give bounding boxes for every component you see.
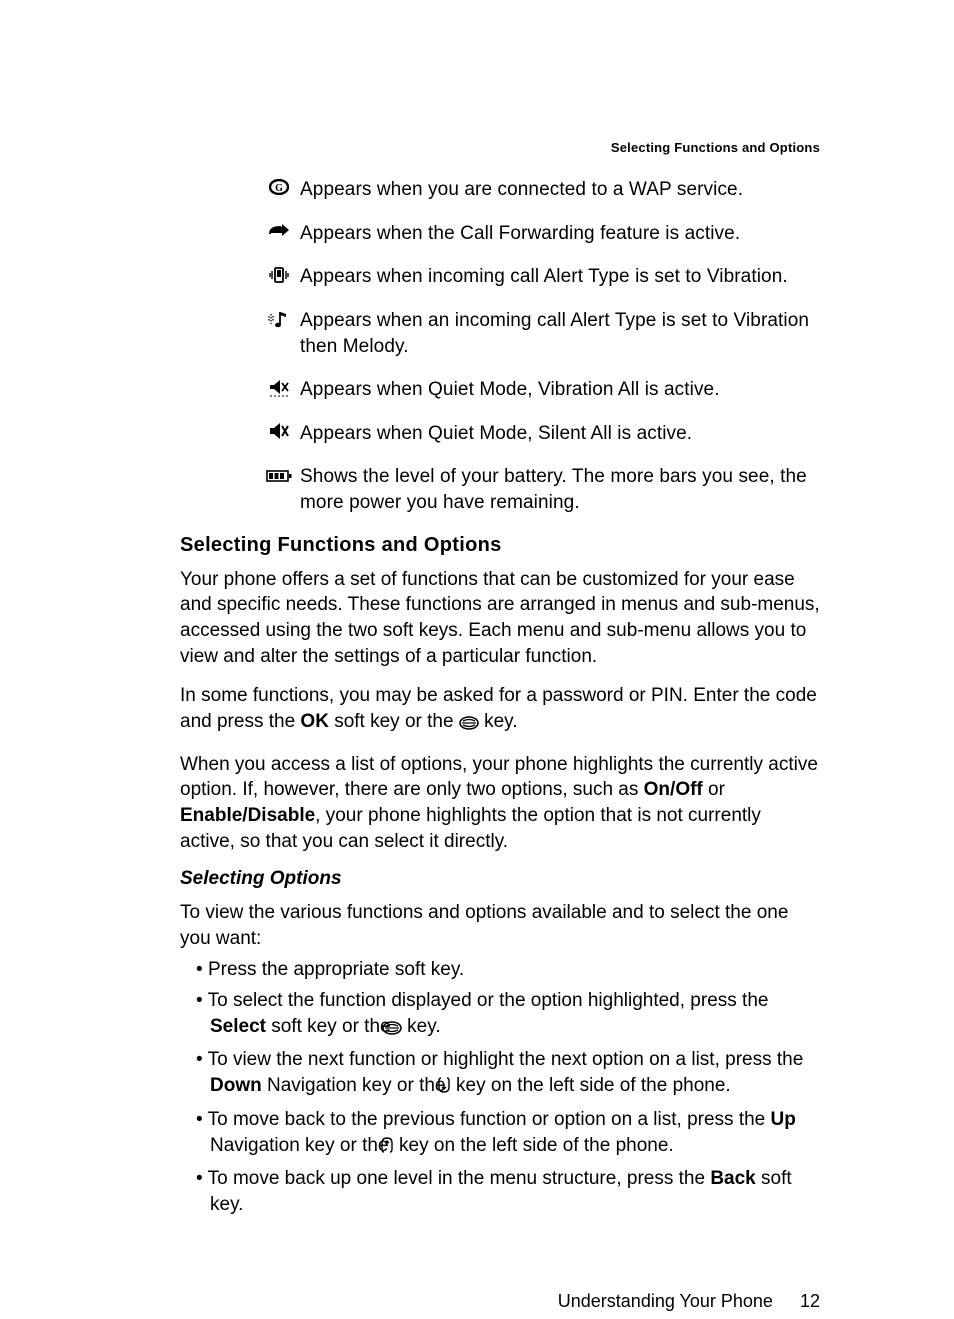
bold-up: Up xyxy=(771,1109,796,1130)
icon-description: Appears when incoming call Alert Type is… xyxy=(300,264,820,290)
icon-row: Appears when incoming call Alert Type is… xyxy=(258,264,820,290)
body-paragraph: Your phone offers a set of functions tha… xyxy=(180,567,820,670)
icon-row: G Appears when you are connected to a WA… xyxy=(258,177,820,203)
bold-enabledisable: Enable/Disable xyxy=(180,805,315,826)
text-run: soft key or the xyxy=(329,711,459,732)
body-paragraph: When you access a list of options, your … xyxy=(180,752,820,855)
bullet-list: Press the appropriate soft key. To selec… xyxy=(180,957,820,1218)
wap-icon: G xyxy=(258,177,300,195)
icon-row: Appears when Quiet Mode, Silent All is a… xyxy=(258,421,820,447)
icon-description: Appears when an incoming call Alert Type… xyxy=(300,308,820,359)
text-run: or xyxy=(703,779,725,800)
quiet-vibration-icon xyxy=(258,377,300,399)
vibration-icon xyxy=(258,264,300,284)
running-header: Selecting Functions and Options xyxy=(180,140,820,155)
list-item: To move back to the previous function or… xyxy=(180,1107,820,1162)
icon-description: Appears when Quiet Mode, Silent All is a… xyxy=(300,421,820,447)
text-run: key. xyxy=(479,711,518,732)
svg-text:G: G xyxy=(275,183,283,194)
text-run: To move back up one level in the menu st… xyxy=(208,1168,711,1189)
list-item: To move back up one level in the menu st… xyxy=(180,1166,820,1218)
list-item: Press the appropriate soft key. xyxy=(180,957,820,983)
icon-row: Appears when Quiet Mode, Vibration All i… xyxy=(258,377,820,403)
list-item: To view the next function or highlight t… xyxy=(180,1047,820,1102)
ok-key-icon xyxy=(459,712,479,738)
text-run: key on the left side of the phone. xyxy=(394,1135,674,1156)
call-forward-icon xyxy=(258,221,300,237)
icon-description: Appears when Quiet Mode, Vibration All i… xyxy=(300,377,820,403)
content-area: Selecting Functions and Options G Appear… xyxy=(180,140,820,1222)
text-run: key on the left side of the phone. xyxy=(451,1075,731,1096)
section-heading: Selecting Functions and Options xyxy=(180,534,820,557)
icon-description: Appears when you are connected to a WAP … xyxy=(300,177,820,203)
body-paragraph: To view the various functions and option… xyxy=(180,900,820,951)
bold-down: Down xyxy=(210,1075,262,1096)
text-run: To view the next function or highlight t… xyxy=(208,1049,804,1070)
icon-description: Appears when the Call Forwarding feature… xyxy=(300,221,820,247)
text-run: To move back to the previous function or… xyxy=(208,1109,771,1130)
body-paragraph: In some functions, you may be asked for … xyxy=(180,683,820,737)
battery-icon xyxy=(258,464,300,482)
text-run: key. xyxy=(402,1016,441,1037)
bold-back: Back xyxy=(710,1168,755,1189)
icon-description-list: G Appears when you are connected to a WA… xyxy=(258,177,820,516)
text-run: Navigation key or the xyxy=(210,1135,394,1156)
page: Selecting Functions and Options G Appear… xyxy=(0,0,954,1319)
bold-onoff: On/Off xyxy=(644,779,703,800)
sub-heading: Selecting Options xyxy=(180,868,820,890)
footer-section-name: Understanding Your Phone xyxy=(558,1291,773,1311)
icon-row: Shows the level of your battery. The mor… xyxy=(258,464,820,515)
list-item: To select the function displayed or the … xyxy=(180,988,820,1043)
icon-description: Shows the level of your battery. The mor… xyxy=(300,464,820,515)
bold-select: Select xyxy=(210,1016,266,1037)
text-run: soft key or the xyxy=(266,1016,396,1037)
page-footer: Understanding Your Phone 12 xyxy=(558,1291,820,1312)
text-run: To select the function displayed or the … xyxy=(208,990,769,1011)
text-run: Navigation key or the xyxy=(262,1075,451,1096)
icon-row: Appears when an incoming call Alert Type… xyxy=(258,308,820,359)
quiet-silent-icon xyxy=(258,421,300,439)
bold-ok: OK xyxy=(300,711,329,732)
icon-row: Appears when the Call Forwarding feature… xyxy=(258,221,820,247)
page-number: 12 xyxy=(800,1291,820,1311)
vibration-melody-icon xyxy=(258,308,300,330)
